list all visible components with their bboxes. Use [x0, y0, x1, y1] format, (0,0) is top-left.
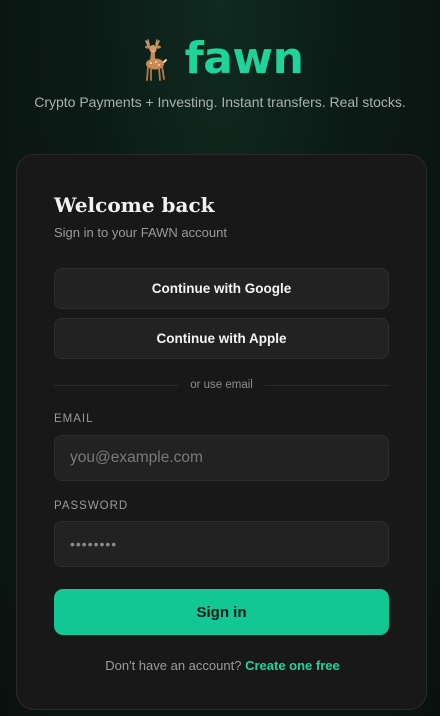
divider-line-left: [54, 384, 179, 386]
divider-line-right: [264, 384, 390, 386]
brand-tagline: Crypto Payments + Investing. Instant tra…: [34, 94, 406, 110]
deer-icon: [144, 39, 167, 81]
signup-prompt: Don't have an account? Create one free: [17, 658, 428, 673]
signup-prompt-text: Don't have an account?: [105, 658, 242, 673]
brand-header: fawn: [0, 34, 440, 84]
card-title: Welcome back: [54, 193, 215, 217]
email-field[interactable]: you@example.com: [54, 435, 389, 481]
email-label: EMAIL: [54, 413, 94, 425]
continue-with-google-button[interactable]: Continue with Google: [54, 268, 389, 309]
brand-logo-text: fawn: [184, 33, 304, 84]
login-card: Welcome back Sign in to your FAWN accoun…: [16, 154, 427, 710]
continue-with-apple-button[interactable]: Continue with Apple: [54, 318, 389, 359]
sign-in-button[interactable]: Sign in: [54, 589, 389, 635]
password-field[interactable]: ••••••••: [54, 521, 389, 567]
password-label: PASSWORD: [54, 500, 129, 512]
card-subtitle: Sign in to your FAWN account: [54, 225, 227, 240]
or-divider: or use email: [54, 377, 390, 393]
create-account-link[interactable]: Create one free: [245, 658, 340, 673]
divider-text: or use email: [190, 379, 253, 391]
